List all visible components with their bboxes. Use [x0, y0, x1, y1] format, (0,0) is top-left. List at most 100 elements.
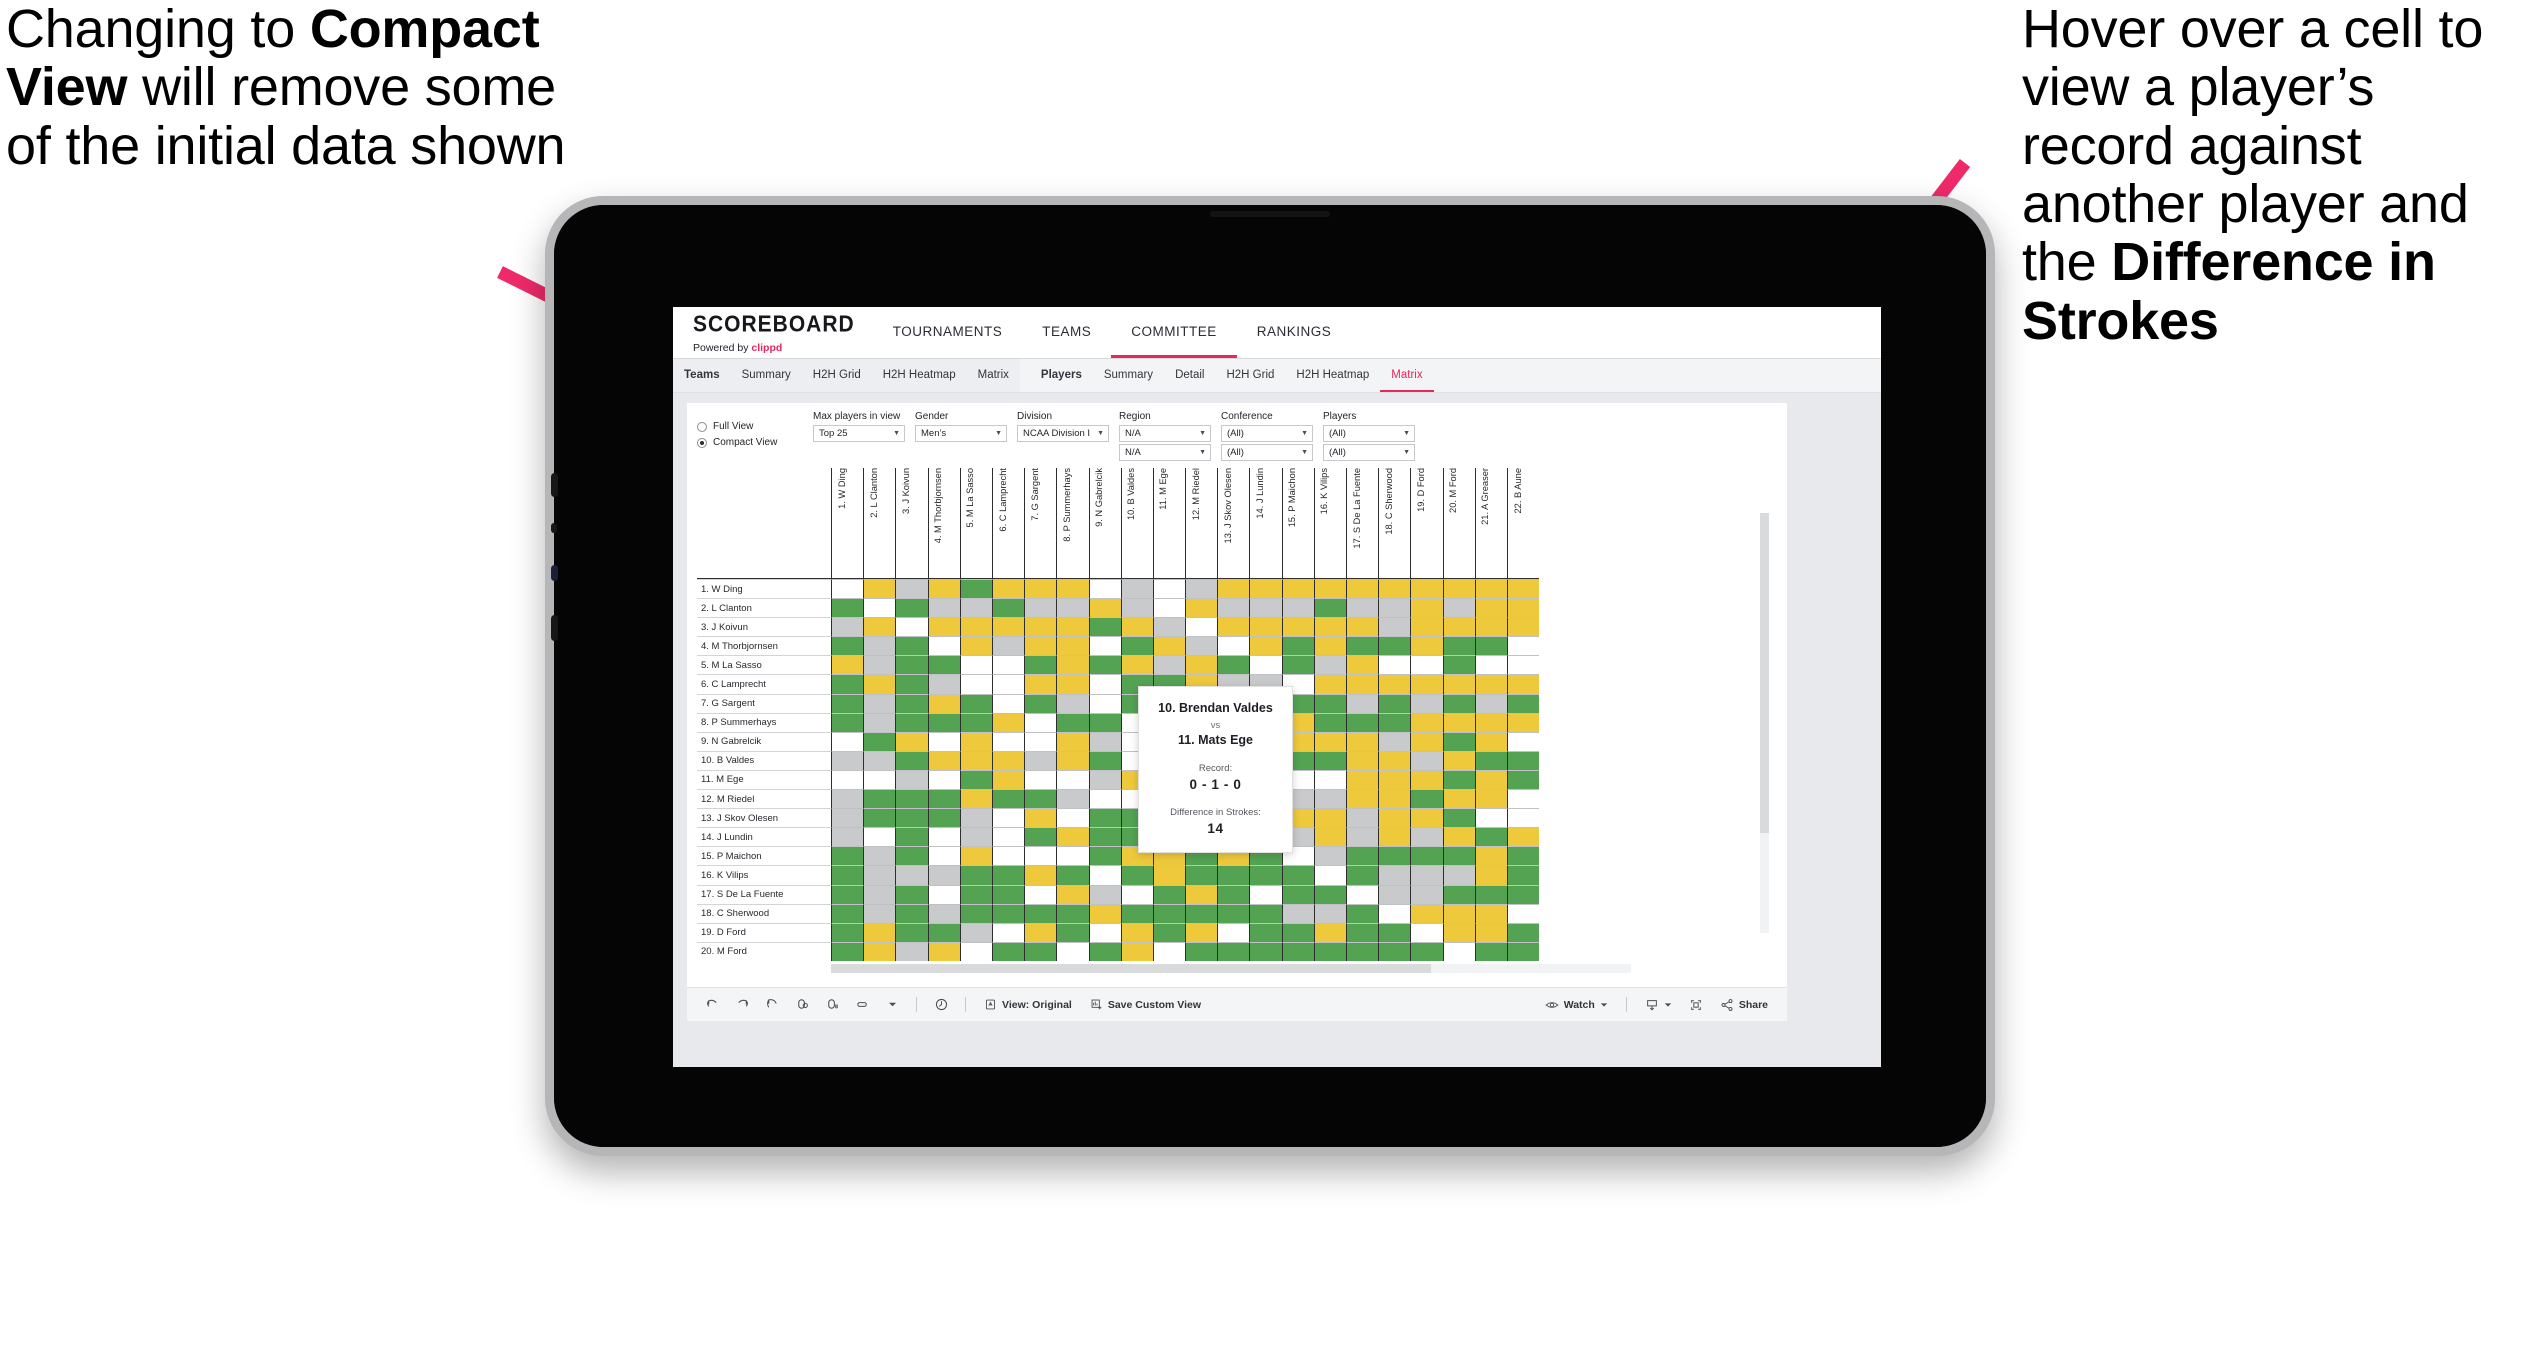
- matrix-cell[interactable]: [1088, 827, 1121, 847]
- matrix-cell[interactable]: [1056, 731, 1089, 751]
- matrix-cell[interactable]: [991, 827, 1025, 847]
- subnav-teams-h2h-grid[interactable]: H2H Grid: [802, 359, 872, 392]
- matrix-cell[interactable]: [1185, 884, 1218, 904]
- matrix-cell[interactable]: [959, 693, 992, 713]
- matrix-cell[interactable]: [1024, 903, 1057, 923]
- matrix-cell[interactable]: [1506, 903, 1540, 923]
- matrix-cell[interactable]: [1281, 884, 1314, 904]
- app-brand[interactable]: SCOREBOARD Powered by clippd: [673, 307, 873, 358]
- matrix-cell[interactable]: [1346, 808, 1379, 828]
- matrix-cell[interactable]: [1217, 598, 1250, 618]
- matrix-cell[interactable]: [1249, 655, 1282, 675]
- matrix-cell[interactable]: [1378, 674, 1411, 694]
- matrix-cell[interactable]: [1120, 636, 1153, 656]
- matrix-cell[interactable]: [863, 903, 896, 923]
- matrix-cell[interactable]: [831, 865, 864, 885]
- subnav-teams-matrix[interactable]: Matrix: [967, 359, 1020, 392]
- matrix-cell[interactable]: [831, 712, 864, 732]
- matrix-cell[interactable]: [831, 674, 864, 694]
- refresh-icon[interactable]: [787, 990, 817, 1020]
- matrix-cell[interactable]: [1313, 598, 1346, 618]
- matrix-cell[interactable]: [1442, 731, 1475, 751]
- matrix-cell[interactable]: [895, 674, 928, 694]
- matrix-cell[interactable]: [1410, 731, 1443, 751]
- matrix-cell[interactable]: [895, 598, 928, 618]
- matrix-cell[interactable]: [1410, 884, 1443, 904]
- matrix-cell[interactable]: [959, 636, 992, 656]
- matrix-cell[interactable]: [1474, 941, 1507, 961]
- matrix-cell[interactable]: [1152, 598, 1186, 618]
- matrix-cell[interactable]: [831, 655, 864, 675]
- matrix-cell[interactable]: [1378, 903, 1411, 923]
- matrix-cell[interactable]: [959, 655, 992, 675]
- matrix-cell[interactable]: [959, 617, 992, 637]
- matrix-cell[interactable]: [927, 598, 960, 618]
- matrix-cell[interactable]: [1410, 922, 1443, 942]
- matrix-cell[interactable]: [1120, 865, 1153, 885]
- matrix-cell[interactable]: [959, 903, 992, 923]
- matrix-cell[interactable]: [927, 731, 960, 751]
- matrix-cell[interactable]: [1474, 712, 1507, 732]
- subnav-players-matrix[interactable]: Matrix: [1380, 359, 1434, 392]
- matrix-cell[interactable]: [1185, 636, 1218, 656]
- matrix-cell[interactable]: [927, 579, 960, 599]
- matrix-cell[interactable]: [927, 808, 960, 828]
- matrix-cell[interactable]: [1281, 617, 1314, 637]
- topnav-rankings[interactable]: RANKINGS: [1237, 307, 1352, 358]
- subnav-players-summary[interactable]: Summary: [1093, 359, 1164, 392]
- matrix-cell[interactable]: [1474, 617, 1507, 637]
- matrix-cell[interactable]: [1313, 750, 1346, 770]
- matrix-cell[interactable]: [1506, 846, 1540, 866]
- matrix-cell[interactable]: [1249, 579, 1282, 599]
- matrix-cell[interactable]: [1410, 674, 1443, 694]
- matrix-cell[interactable]: [1024, 808, 1057, 828]
- matrix-cell[interactable]: [1410, 598, 1443, 618]
- matrix-cell[interactable]: [1152, 617, 1186, 637]
- subnav-players-detail[interactable]: Detail: [1164, 359, 1215, 392]
- matrix-cell[interactable]: [1185, 922, 1218, 942]
- matrix-cell[interactable]: [1217, 655, 1250, 675]
- matrix-cell[interactable]: [1120, 903, 1153, 923]
- matrix-cell[interactable]: [1474, 769, 1507, 790]
- matrix-cell[interactable]: [927, 846, 960, 866]
- matrix-cell[interactable]: [1249, 636, 1282, 656]
- matrix-cell[interactable]: [1056, 598, 1089, 618]
- matrix-cell[interactable]: [1313, 655, 1346, 675]
- matrix-cell[interactable]: [1410, 579, 1443, 599]
- matrix-cell[interactable]: [1152, 636, 1186, 656]
- matrix-cell[interactable]: [1056, 579, 1089, 599]
- matrix-cell[interactable]: [1346, 712, 1379, 732]
- matrix-cell[interactable]: [831, 789, 864, 809]
- matrix-cell[interactable]: [991, 769, 1025, 790]
- matrix-cell[interactable]: [1056, 865, 1089, 885]
- matrix-cell[interactable]: [1088, 655, 1121, 675]
- matrix-cell[interactable]: [1346, 789, 1379, 809]
- matrix-cell[interactable]: [927, 903, 960, 923]
- matrix-cell[interactable]: [1410, 846, 1443, 866]
- matrix-cell[interactable]: [991, 846, 1025, 866]
- matrix-cell[interactable]: [863, 731, 896, 751]
- matrix-cell[interactable]: [1506, 769, 1540, 790]
- matrix-cell[interactable]: [1474, 884, 1507, 904]
- matrix-cell[interactable]: [1024, 941, 1057, 961]
- matrix-cell[interactable]: [1442, 884, 1475, 904]
- matrix-cell[interactable]: [1281, 636, 1314, 656]
- matrix-cell[interactable]: [863, 598, 896, 618]
- matrix-cell[interactable]: [1346, 903, 1379, 923]
- matrix-cell[interactable]: [1474, 865, 1507, 885]
- matrix-cell[interactable]: [1024, 579, 1057, 599]
- matrix-cell[interactable]: [927, 636, 960, 656]
- matrix-cell[interactable]: [1442, 865, 1475, 885]
- matrix-cell[interactable]: [1313, 693, 1346, 713]
- matrix-cell[interactable]: [1442, 808, 1475, 828]
- matrix-cell[interactable]: [1088, 865, 1121, 885]
- matrix-cell[interactable]: [1024, 655, 1057, 675]
- matrix-cell[interactable]: [1024, 922, 1057, 942]
- matrix-cell[interactable]: [1410, 827, 1443, 847]
- matrix-cell[interactable]: [831, 579, 864, 599]
- matrix-cell[interactable]: [1120, 884, 1153, 904]
- matrix-cell[interactable]: [1313, 636, 1346, 656]
- matrix-cell[interactable]: [1281, 655, 1314, 675]
- matrix-cell[interactable]: [1185, 865, 1218, 885]
- matrix-cell[interactable]: [1120, 579, 1153, 599]
